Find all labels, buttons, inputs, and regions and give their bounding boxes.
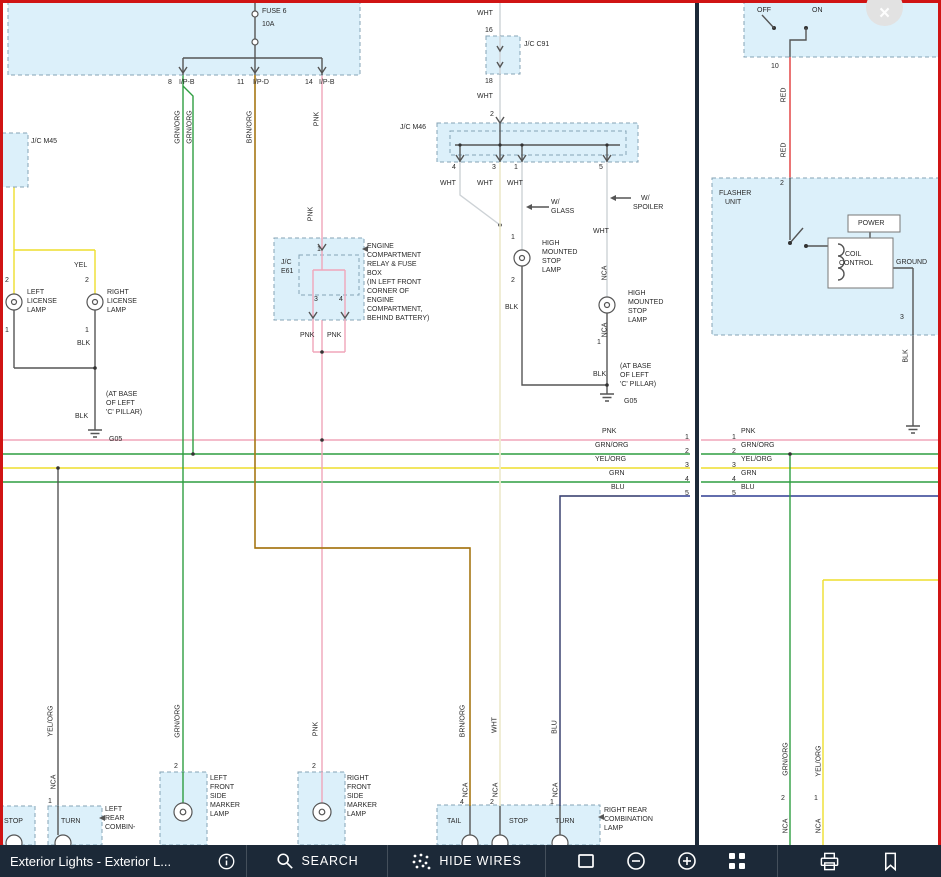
search-icon <box>276 852 294 870</box>
close-icon: × <box>879 2 890 26</box>
spoiler-callout-arrow <box>610 195 616 201</box>
jc-m46-box <box>437 123 638 162</box>
search-button[interactable]: SEARCH <box>247 845 388 877</box>
window-frame-top <box>0 0 941 3</box>
diagram-title: Exterior Lights - Exterior L... <box>10 854 171 869</box>
ground-g05-center <box>600 390 614 401</box>
engine-relay-box <box>274 238 364 320</box>
right-rear-turn-lamp <box>552 835 568 845</box>
junction-dots <box>56 223 792 470</box>
info-button[interactable] <box>217 852 236 871</box>
fuse-terminal-top <box>252 11 258 17</box>
wire-grn-org-branch <box>183 86 193 454</box>
hide-wires-label: HIDE WIRES <box>439 854 521 868</box>
wire-blk-stop-lamps <box>522 266 607 390</box>
right-license-lamp <box>87 294 103 310</box>
flasher-unit-box <box>712 178 941 335</box>
fuse-box <box>8 2 360 75</box>
bookmark-button[interactable] <box>881 851 900 872</box>
wire-blu-highlight <box>560 496 640 806</box>
wire-wht-pin4 <box>460 162 500 225</box>
fit-screen-button[interactable] <box>727 851 747 871</box>
wire-yel-org-right-drop <box>823 580 938 845</box>
output-controls-section <box>778 845 941 877</box>
print-icon <box>819 851 840 872</box>
info-icon <box>217 852 236 871</box>
zoom-in-button[interactable] <box>677 851 697 871</box>
zoom-out-icon <box>626 851 646 871</box>
bookmark-icon <box>881 851 900 872</box>
diagram-title-section[interactable]: Exterior Lights - Exterior L... <box>0 845 247 877</box>
wiring-diagram <box>0 0 941 845</box>
left-rear-stop-lamp <box>6 835 22 845</box>
high-mounted-stop-lamp-1 <box>514 250 530 266</box>
hide-wires-icon <box>411 851 431 871</box>
ground-g05-left <box>88 426 102 437</box>
jc-m45-box <box>0 133 28 187</box>
left-license-lamp <box>6 294 22 310</box>
search-label: SEARCH <box>302 854 359 868</box>
zoom-in-icon <box>677 851 697 871</box>
coil-block <box>828 238 893 288</box>
wire-blk-license <box>14 310 95 426</box>
window-frame-left <box>0 0 3 845</box>
ground-flasher <box>906 422 920 433</box>
window-view-icon <box>576 851 596 871</box>
window-view-button[interactable] <box>576 851 596 871</box>
glass-callout-arrow <box>526 204 532 210</box>
right-rear-combo-box <box>437 805 600 845</box>
wire-blu-core <box>560 496 690 806</box>
fit-screen-icon <box>727 851 747 871</box>
bottom-toolbar: Exterior Lights - Exterior L... SEARCH <box>0 845 941 877</box>
diagram-canvas: FUSE 610A8I/P-B11I/P-D14I/P-BGRN/ORGGRN/… <box>0 0 941 845</box>
print-button[interactable] <box>819 851 840 872</box>
right-rear-stop-lamp <box>492 835 508 845</box>
right-rear-tail-lamp <box>462 835 478 845</box>
left-rear-turn-lamp <box>55 835 71 845</box>
hide-wires-button[interactable]: HIDE WIRES <box>388 845 546 877</box>
fuse-terminal-bottom <box>252 39 258 45</box>
right-front-marker-lamp <box>313 803 331 821</box>
ground-symbols <box>88 390 920 437</box>
wiring-diagram-app: FUSE 610A8I/P-B11I/P-D14I/P-BGRN/ORGGRN/… <box>0 0 941 877</box>
power-block <box>848 215 900 232</box>
callout-arrows <box>99 195 631 821</box>
left-front-marker-lamp <box>174 803 192 821</box>
page-divider <box>695 0 699 845</box>
connector-pin-chevrons <box>179 67 611 318</box>
bus-wires[interactable] <box>3 440 938 496</box>
view-controls-section <box>546 845 778 877</box>
high-mounted-stop-lamp-2 <box>599 297 615 313</box>
jc-c91-box <box>486 36 520 74</box>
zoom-out-button[interactable] <box>626 851 646 871</box>
wire-yel-license <box>14 187 95 294</box>
